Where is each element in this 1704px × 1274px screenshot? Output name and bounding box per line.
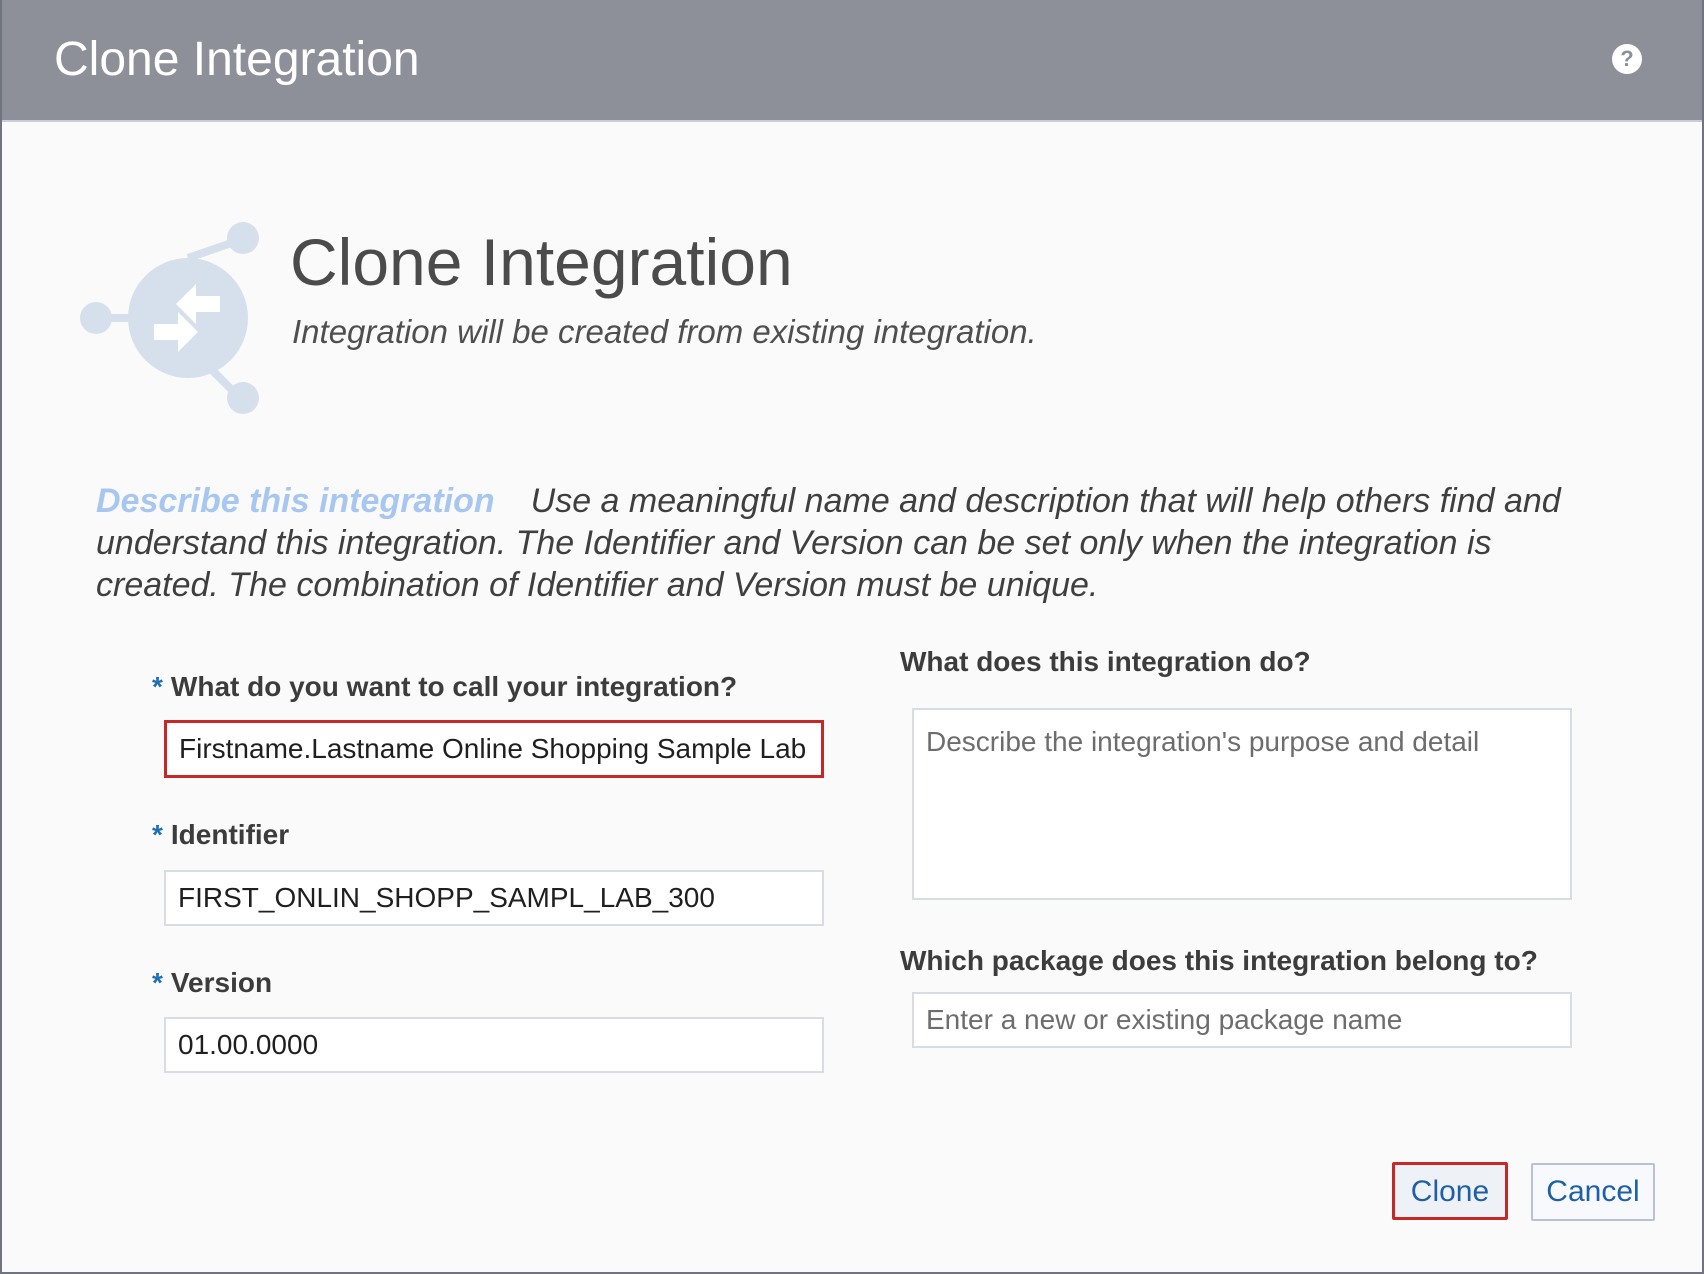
version-input[interactable]: [164, 1017, 824, 1073]
identifier-input[interactable]: [164, 870, 824, 926]
hero-subtitle: Integration will be created from existin…: [292, 313, 1037, 350]
connector-node: [80, 302, 112, 334]
package-label: Which package does this integration belo…: [900, 945, 1538, 976]
help-icon[interactable]: ?: [1612, 44, 1642, 74]
description-block: Describe this integration Use a meaningfu…: [96, 480, 1616, 606]
dialog-titlebar: Clone Integration ?: [2, 0, 1702, 122]
identifier-label: * Identifier: [152, 818, 289, 852]
version-label: * Version: [152, 966, 272, 1000]
name-label: * What do you want to call your integrati…: [152, 670, 737, 704]
integration-clone-icon: [80, 222, 259, 414]
center-node: [128, 258, 248, 378]
hero-title: Clone Integration: [290, 225, 793, 299]
identifier-label-text: Identifier: [170, 819, 290, 850]
description-label: What does this integration do?: [900, 646, 1311, 677]
description-heading: Describe this integration: [96, 482, 495, 520]
dialog-title: Clone Integration: [54, 33, 420, 86]
name-label-text: What do you want to call your integratio…: [170, 671, 738, 702]
connector-node: [227, 222, 259, 254]
required-mark: *: [152, 671, 163, 702]
integration-name-input[interactable]: [164, 720, 824, 778]
clone-button[interactable]: Clone: [1392, 1162, 1508, 1220]
clone-integration-dialog: Clone Integration ? Clone Integration In…: [0, 0, 1704, 1274]
cancel-button[interactable]: Cancel: [1531, 1163, 1655, 1221]
version-label-text: Version: [170, 967, 273, 998]
package-name-input[interactable]: [912, 992, 1572, 1048]
integration-description-textarea[interactable]: [912, 708, 1572, 900]
required-mark: *: [152, 967, 163, 998]
required-mark: *: [152, 819, 163, 850]
connector-node: [227, 382, 259, 414]
